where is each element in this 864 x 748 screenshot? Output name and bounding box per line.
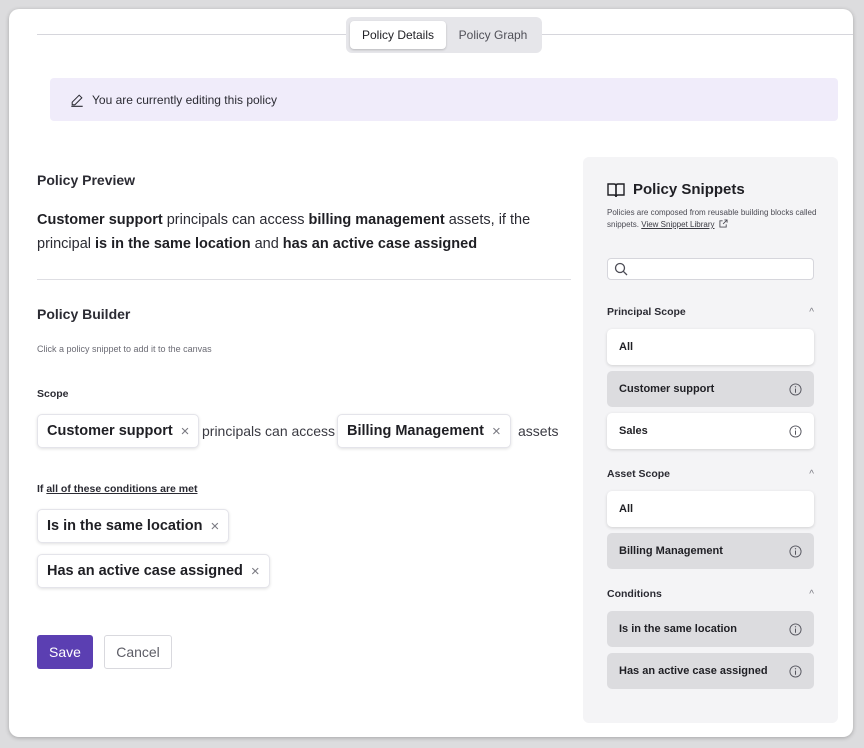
section-title: Asset Scope xyxy=(607,468,671,480)
snippet-library-link[interactable]: View Snippet Library xyxy=(641,220,714,229)
snippet-customer-support[interactable]: Customer support xyxy=(607,371,814,407)
remove-icon[interactable]: × xyxy=(181,423,190,440)
section-title: Conditions xyxy=(607,588,662,600)
cancel-button[interactable]: Cancel xyxy=(104,635,172,669)
conditions-mode-link[interactable]: all of these conditions are met xyxy=(46,483,197,495)
condition-chip[interactable]: Is in the same location × xyxy=(37,509,230,543)
condition-chip[interactable]: Has an active case assigned × xyxy=(37,554,270,588)
chip-label: Billing Management xyxy=(347,423,484,439)
scope-label: Scope xyxy=(37,388,69,400)
preview-text-3: and xyxy=(250,236,283,252)
banner-text: You are currently editing this policy xyxy=(92,92,277,107)
chevron-up-icon[interactable]: ^ xyxy=(809,469,814,480)
info-icon[interactable] xyxy=(789,424,802,438)
chevron-up-icon[interactable]: ^ xyxy=(809,589,814,600)
snippet-label: Sales xyxy=(619,425,648,437)
remove-icon[interactable]: × xyxy=(211,518,220,535)
section-title: Principal Scope xyxy=(607,306,686,318)
chip-label: Customer support xyxy=(47,423,173,439)
snippet-sales[interactable]: Sales xyxy=(607,413,814,449)
preview-principal: Customer support xyxy=(37,212,163,228)
tab-policy-details[interactable]: Policy Details xyxy=(350,21,446,49)
snippet-label: Is in the same location xyxy=(619,623,737,635)
preview-text-1: principals can access xyxy=(162,212,309,228)
policy-preview-title: Policy Preview xyxy=(37,172,136,188)
chip-label: Has an active case assigned xyxy=(47,563,243,579)
info-icon[interactable] xyxy=(789,382,802,396)
info-icon[interactable] xyxy=(789,664,802,678)
tab-divider-left xyxy=(37,34,347,35)
snippet-label: All xyxy=(619,503,634,515)
tab-bar: Policy Details Policy Graph xyxy=(346,17,542,53)
section-divider xyxy=(37,279,571,280)
book-icon xyxy=(607,182,625,197)
policy-editor-card: Policy Details Policy Graph You are curr… xyxy=(9,9,853,737)
snippet-label: Has an active case assigned xyxy=(619,665,768,677)
conditions-header[interactable]: Conditions ^ xyxy=(607,588,814,600)
policy-builder-hint: Click a policy snippet to add it to the … xyxy=(37,344,212,354)
policy-preview-text: Customer support principals can access b… xyxy=(37,208,577,256)
scope-middle-text: principals can access xyxy=(202,423,336,439)
preview-condition-1: is in the same location xyxy=(95,236,251,252)
pencil-icon xyxy=(71,93,83,107)
snippet-billing-management[interactable]: Billing Management xyxy=(607,533,814,569)
chevron-up-icon[interactable]: ^ xyxy=(809,307,814,318)
external-link-icon[interactable] xyxy=(719,219,728,228)
asset-scope-header[interactable]: Asset Scope ^ xyxy=(607,468,814,480)
preview-asset: billing management xyxy=(308,212,445,228)
snippets-header: Policy Snippets xyxy=(607,181,745,198)
snippet-active-case[interactable]: Has an active case assigned xyxy=(607,653,814,689)
asset-scope-chip[interactable]: Billing Management × xyxy=(337,414,511,448)
snippet-label: Customer support xyxy=(619,383,715,395)
snippet-asset-all[interactable]: All xyxy=(607,491,814,527)
remove-icon[interactable]: × xyxy=(492,423,501,440)
policy-snippets-panel: Policy Snippets Policies are composed fr… xyxy=(583,157,838,723)
snippets-description: Policies are composed from reusable buil… xyxy=(607,207,817,231)
conditions-label: If all of these conditions are met xyxy=(37,483,197,495)
snippets-title: Policy Snippets xyxy=(633,181,745,198)
scope-end-text: assets xyxy=(518,423,559,439)
save-button[interactable]: Save xyxy=(37,635,93,669)
editing-banner: You are currently editing this policy xyxy=(50,78,838,121)
snippet-principal-all[interactable]: All xyxy=(607,329,814,365)
snippet-same-location[interactable]: Is in the same location xyxy=(607,611,814,647)
search-icon xyxy=(614,262,628,276)
preview-condition-2: has an active case assigned xyxy=(282,236,478,252)
tab-divider-right xyxy=(542,34,853,35)
snippet-label: Billing Management xyxy=(619,545,723,557)
conditions-prefix: If xyxy=(37,483,47,495)
principal-scope-header[interactable]: Principal Scope ^ xyxy=(607,306,814,318)
snippet-search-input[interactable] xyxy=(607,258,814,280)
snippet-label: All xyxy=(619,341,634,353)
info-icon[interactable] xyxy=(789,622,802,636)
chip-label: Is in the same location xyxy=(47,518,203,534)
tab-policy-graph[interactable]: Policy Graph xyxy=(448,21,538,49)
remove-icon[interactable]: × xyxy=(251,563,260,580)
info-icon[interactable] xyxy=(789,544,802,558)
policy-builder-title: Policy Builder xyxy=(37,306,131,322)
principal-scope-chip[interactable]: Customer support × xyxy=(37,414,200,448)
